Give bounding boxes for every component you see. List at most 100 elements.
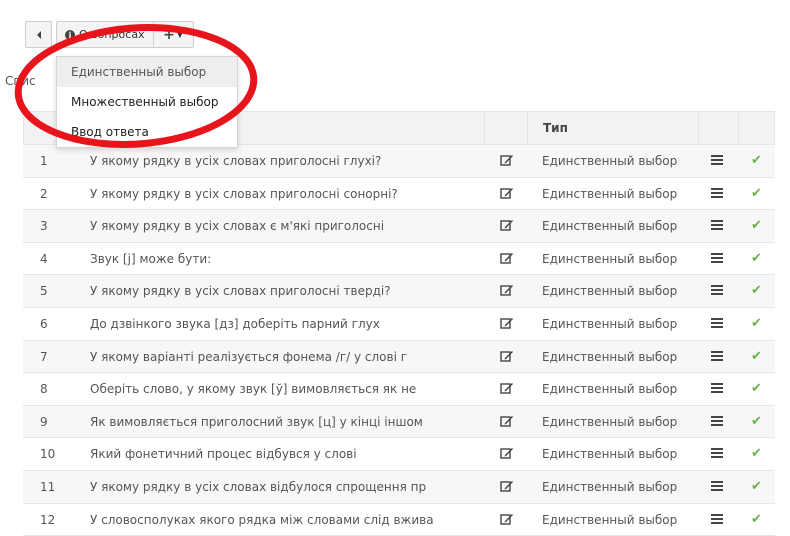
question-text[interactable]: У якому рядку в усіх словах приголосні с… bbox=[90, 187, 490, 201]
edit-icon[interactable] bbox=[500, 186, 514, 200]
question-text[interactable]: У якому рядку в усіх словах відбулося сп… bbox=[90, 480, 490, 494]
question-type: Единственный выбор bbox=[542, 447, 678, 462]
edit-icon[interactable] bbox=[500, 316, 514, 330]
row-number: 8 bbox=[40, 382, 48, 397]
row-number: 1 bbox=[40, 154, 48, 168]
table-row: 10 Який фонетичний процес відбувся у слов… bbox=[23, 438, 775, 471]
back-button[interactable] bbox=[25, 21, 52, 48]
reorder-menu-icon[interactable] bbox=[711, 252, 723, 265]
reorder-menu-icon[interactable] bbox=[711, 285, 723, 297]
question-text[interactable]: У якому варіанті реалізується фонема /г/… bbox=[90, 350, 490, 364]
table-row: 5 У якому рядку в усіх словах приголосні … bbox=[23, 275, 775, 308]
check-icon[interactable]: ✔ bbox=[751, 218, 762, 233]
edit-icon[interactable] bbox=[500, 381, 514, 395]
question-type: Единственный выбор bbox=[542, 251, 678, 266]
info-circle-icon: i bbox=[65, 29, 75, 40]
question-text[interactable]: Який фонетичний процес відбувся у слові bbox=[90, 447, 490, 461]
edit-icon[interactable] bbox=[500, 479, 514, 493]
question-type: Единственный выбор bbox=[542, 284, 678, 299]
check-icon[interactable]: ✔ bbox=[751, 479, 762, 494]
row-number: 3 bbox=[40, 219, 48, 234]
menu-item-text-answer[interactable]: Ввод ответа bbox=[57, 117, 237, 147]
table-row: 8 Оберіть слово, у якому звук [ў] вимовля… bbox=[23, 373, 775, 406]
question-text[interactable]: Звук [j] може бути: bbox=[90, 252, 490, 266]
question-text[interactable]: У якому рядку в усіх словах приголосні г… bbox=[90, 154, 490, 168]
check-icon[interactable]: ✔ bbox=[751, 316, 762, 331]
questions-table: Тип 1 У якому рядку в усіх словах приголо… bbox=[23, 111, 775, 536]
menu-item-single-choice[interactable]: Единственный выбор bbox=[57, 57, 237, 87]
question-text[interactable]: У якому рядку в усіх словах є м'які приг… bbox=[90, 219, 490, 233]
header-divider bbox=[484, 112, 485, 144]
plus-icon: + bbox=[163, 26, 175, 43]
row-number: 2 bbox=[40, 186, 48, 201]
edit-icon[interactable] bbox=[500, 218, 514, 232]
check-icon[interactable]: ✔ bbox=[751, 186, 762, 201]
edit-icon[interactable] bbox=[500, 251, 514, 265]
table-row: 2 У якому рядку в усіх словах приголосні … bbox=[23, 177, 775, 211]
question-text[interactable]: У якому рядку в усіх словах приголосні т… bbox=[90, 284, 490, 298]
reorder-menu-icon[interactable] bbox=[711, 350, 723, 363]
check-icon[interactable]: ✔ bbox=[751, 414, 762, 429]
question-type: Единственный выбор bbox=[542, 349, 678, 364]
table-row: 1 У якому рядку в усіх словах приголосні … bbox=[23, 145, 775, 178]
question-text[interactable]: Як вимовляється приголосний звук [ц] у к… bbox=[90, 415, 490, 429]
header-divider bbox=[527, 112, 528, 144]
question-type: Единственный выбор bbox=[542, 186, 678, 201]
row-number: 5 bbox=[40, 284, 48, 299]
question-type: Единственный выбор bbox=[542, 316, 678, 331]
question-type: Единственный выбор bbox=[542, 512, 678, 527]
list-label: Спис bbox=[5, 74, 36, 88]
table-body: 1 У якому рядку в усіх словах приголосні … bbox=[23, 145, 775, 536]
question-type: Единственный выбор bbox=[542, 382, 678, 397]
reorder-menu-icon[interactable] bbox=[711, 480, 723, 493]
reorder-menu-icon[interactable] bbox=[711, 220, 723, 232]
check-icon[interactable]: ✔ bbox=[751, 283, 762, 298]
add-question-dropdown-button[interactable]: + ▼ bbox=[153, 21, 194, 48]
check-icon[interactable]: ✔ bbox=[751, 251, 762, 266]
table-row: 3 У якому рядку в усіх словах є м'які при… bbox=[23, 210, 775, 243]
question-text[interactable]: У словосполуках якого рядка між словами … bbox=[90, 513, 490, 527]
reorder-menu-icon[interactable] bbox=[711, 187, 723, 200]
edit-icon[interactable] bbox=[500, 153, 514, 167]
reorder-menu-icon[interactable] bbox=[711, 383, 723, 395]
check-icon[interactable]: ✔ bbox=[751, 153, 762, 168]
table-row: 11 У якому рядку в усіх словах відбулося … bbox=[23, 470, 775, 504]
reorder-menu-icon[interactable] bbox=[711, 155, 723, 167]
edit-icon[interactable] bbox=[500, 446, 514, 460]
question-type: Единственный выбор bbox=[542, 414, 678, 429]
chevron-down-icon: ▼ bbox=[176, 30, 184, 39]
question-text[interactable]: До дзвінкого звука [дз] доберіть парний … bbox=[90, 317, 490, 331]
menu-item-multiple-choice[interactable]: Множественный выбор bbox=[57, 87, 237, 117]
row-number: 7 bbox=[40, 349, 48, 364]
check-icon[interactable]: ✔ bbox=[751, 446, 762, 461]
row-number: 12 bbox=[40, 512, 56, 527]
header-divider bbox=[738, 112, 739, 144]
question-type: Единственный выбор bbox=[542, 219, 678, 234]
table-row: 9 Як вимовляється приголосний звук [ц] у … bbox=[23, 405, 775, 439]
reorder-menu-icon[interactable] bbox=[711, 415, 723, 428]
table-row: 12 У словосполуках якого рядка між словам… bbox=[23, 503, 775, 536]
reorder-menu-icon[interactable] bbox=[711, 317, 723, 330]
check-icon[interactable]: ✔ bbox=[751, 349, 762, 364]
header-divider bbox=[698, 112, 699, 144]
type-column-header: Тип bbox=[543, 121, 568, 135]
row-number: 9 bbox=[40, 414, 48, 429]
reorder-menu-icon[interactable] bbox=[711, 513, 723, 526]
reorder-menu-icon[interactable] bbox=[711, 448, 723, 460]
toolbar: i О вопросах + ▼ bbox=[25, 21, 194, 48]
row-number: 11 bbox=[40, 479, 56, 494]
about-questions-button[interactable]: i О вопросах bbox=[56, 21, 154, 48]
caret-left-icon bbox=[36, 30, 41, 39]
edit-icon[interactable] bbox=[500, 512, 514, 526]
row-number: 4 bbox=[40, 251, 48, 266]
question-type: Единственный выбор bbox=[542, 154, 678, 168]
edit-icon[interactable] bbox=[500, 414, 514, 428]
table-row: 6 До дзвінкого звука [дз] доберіть парний… bbox=[23, 307, 775, 341]
edit-icon[interactable] bbox=[500, 349, 514, 363]
check-icon[interactable]: ✔ bbox=[751, 381, 762, 396]
question-text[interactable]: Оберіть слово, у якому звук [ў] вимовляє… bbox=[90, 382, 490, 396]
row-number: 6 bbox=[40, 316, 48, 331]
check-icon[interactable]: ✔ bbox=[751, 512, 762, 527]
add-question-menu: Единственный выбор Множественный выбор В… bbox=[56, 56, 238, 148]
edit-icon[interactable] bbox=[500, 283, 514, 297]
